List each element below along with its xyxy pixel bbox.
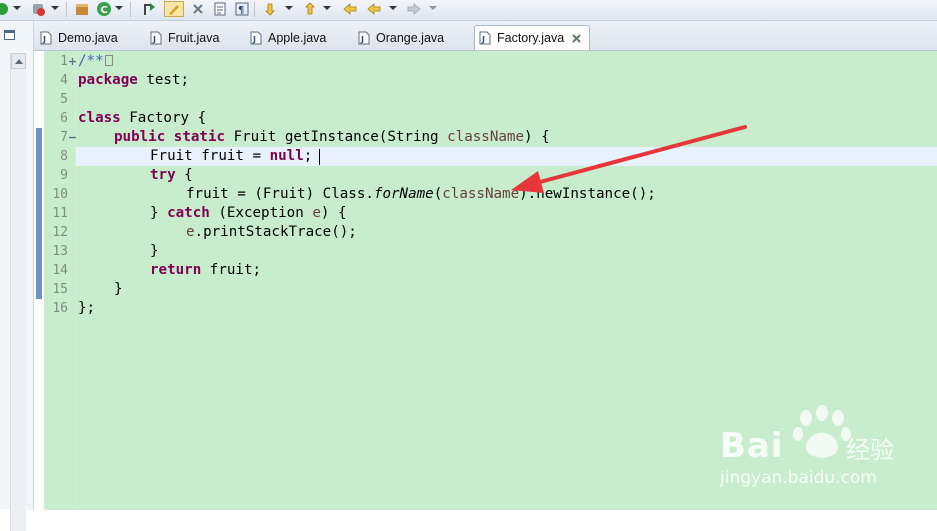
tab-fruit-java[interactable]: J Fruit.java (150, 25, 219, 50)
code-line: /** (78, 52, 113, 71)
code-line: fruit = (Fruit) Class.forName(className)… (186, 186, 656, 202)
last-edit-location-icon[interactable] (342, 1, 358, 17)
toolbar-separator (66, 2, 67, 17)
watermark-url: jingyan.baidu.com (720, 468, 877, 488)
java-file-icon: J (40, 31, 52, 45)
code-line: } catch (Exception e) { (150, 205, 347, 221)
vertical-scrollbar[interactable] (10, 53, 26, 531)
line-number: 14 (52, 263, 68, 278)
overview-ruler (34, 51, 44, 510)
tab-label: Factory.java (497, 31, 565, 45)
line-number: 10 (52, 187, 68, 202)
tab-demo-java[interactable]: J Demo.java (40, 25, 118, 50)
line-number: 5 (60, 92, 68, 107)
forward-dropdown-icon[interactable] (428, 3, 438, 13)
watermark-brand: Bai (720, 426, 784, 466)
svg-text:J: J (360, 35, 364, 44)
text-caret (319, 149, 320, 165)
svg-text:J: J (481, 35, 485, 44)
expand-fold-icon[interactable] (69, 58, 76, 65)
mark-occurrences-icon[interactable] (164, 1, 184, 17)
new-class-dropdown-icon[interactable] (114, 3, 124, 13)
code-line: try { (150, 167, 193, 183)
toolbar-separator (130, 2, 131, 17)
back-icon[interactable] (366, 1, 382, 17)
previous-annotation-dropdown-icon[interactable] (322, 3, 332, 13)
change-marker (36, 128, 42, 299)
run-icon[interactable] (0, 1, 10, 17)
java-file-icon: J (479, 31, 491, 45)
tab-label: Fruit.java (168, 30, 220, 45)
debug-dropdown-icon[interactable] (50, 3, 60, 13)
new-class-icon[interactable]: C (96, 1, 112, 17)
watermark-brand-cn: 经验 (846, 436, 894, 464)
code-line: package test; (78, 72, 190, 88)
block-selection-icon[interactable] (190, 1, 206, 17)
code-line: }; (78, 300, 96, 316)
code-line: } (114, 281, 123, 297)
folded-comment-icon[interactable] (104, 55, 113, 66)
line-number: 12 (52, 225, 68, 240)
tab-label: Apple.java (268, 30, 327, 45)
svg-text:C: C (101, 5, 108, 16)
svg-text:J: J (42, 35, 46, 44)
java-file-icon: J (150, 31, 162, 45)
line-number: 16 (52, 301, 68, 316)
collapse-fold-icon[interactable] (69, 134, 76, 141)
code-line: Fruit fruit = null; (150, 148, 313, 164)
svg-text:J: J (152, 35, 156, 44)
previous-annotation-icon[interactable] (302, 1, 318, 17)
code-editor[interactable]: 1 4 5 6 7 8 9 10 11 12 13 14 15 16 /** p… (34, 51, 937, 510)
line-number: 1 (60, 54, 68, 69)
restore-view-icon[interactable] (4, 30, 15, 40)
line-number: 8 (60, 149, 68, 164)
left-panel-strip (0, 21, 34, 531)
code-line: public static Fruit getInstance(String c… (114, 129, 550, 145)
new-package-icon[interactable] (74, 1, 90, 17)
svg-text:¶: ¶ (238, 5, 244, 16)
svg-text:J: J (252, 35, 256, 44)
paragraph-icon[interactable]: ¶ (234, 1, 250, 17)
show-whitespace-icon[interactable] (212, 1, 228, 17)
next-annotation-dropdown-icon[interactable] (284, 3, 294, 13)
tab-orange-java[interactable]: J Orange.java (358, 25, 444, 50)
run-dropdown-icon[interactable] (12, 3, 22, 13)
code-line: } (150, 243, 159, 259)
line-number: 6 (60, 111, 68, 126)
back-dropdown-icon[interactable] (388, 3, 398, 13)
code-line: class Factory { (78, 110, 207, 126)
tab-factory-java[interactable]: J Factory.java (474, 25, 591, 50)
java-file-icon: J (250, 31, 262, 45)
next-annotation-icon[interactable] (262, 1, 278, 17)
tab-label: Orange.java (376, 30, 445, 45)
tab-apple-java[interactable]: J Apple.java (250, 25, 326, 50)
line-number: 11 (52, 206, 68, 221)
code-line: return fruit; (150, 262, 262, 278)
line-number: 9 (60, 168, 68, 183)
open-type-icon[interactable] (142, 1, 158, 17)
line-number: 4 (60, 73, 68, 88)
toolbar-separator (254, 2, 255, 17)
debug-icon[interactable] (30, 1, 46, 17)
line-number: 13 (52, 244, 68, 259)
line-number: 15 (52, 282, 68, 297)
scroll-up-arrow-icon[interactable] (11, 53, 26, 69)
java-file-icon: J (358, 31, 370, 45)
close-tab-icon[interactable] (570, 32, 583, 45)
code-line: e.printStackTrace(); (186, 224, 357, 240)
editor-tab-bar: J Demo.java J Fruit.java J Apple.java J … (34, 21, 937, 51)
tab-label: Demo.java (58, 30, 118, 45)
line-number: 7 (60, 130, 68, 145)
main-toolbar: C ¶ (0, 0, 937, 21)
forward-icon[interactable] (406, 1, 422, 17)
